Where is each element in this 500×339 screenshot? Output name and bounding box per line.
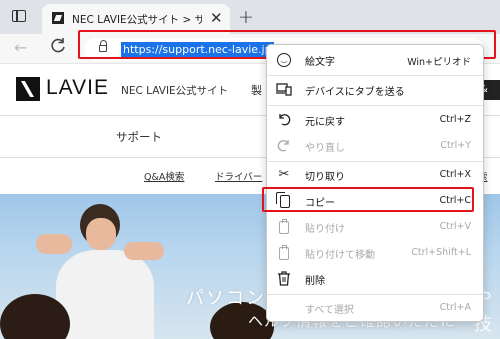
paste-icon (279, 219, 289, 234)
send-to-device-icon (276, 82, 292, 98)
copy-item-highlight (262, 187, 474, 212)
menu-item-shortcut: Win+ピリオド (407, 57, 471, 68)
hero-photo-detail (36, 234, 72, 254)
emoji-icon: ‿ (277, 53, 291, 67)
lavie-logo-text[interactable]: LAVIE (46, 76, 109, 100)
back-button[interactable]: ← (14, 38, 27, 57)
menu-separator (267, 105, 483, 106)
menu-separator (267, 161, 483, 162)
hero-photo-detail (86, 218, 116, 250)
hero-heading: パソコン (186, 288, 266, 309)
menu-item-label: 貼り付け (305, 224, 345, 235)
menu-item-redo[interactable]: やり直し Ctrl+Y (267, 134, 483, 158)
menu-item-paste[interactable]: 貼り付け Ctrl+V (267, 215, 483, 239)
new-tab-button[interactable]: + (238, 6, 254, 28)
menu-item-paste-and-go[interactable]: 貼り付けて移動 Ctrl+Shift+L (267, 241, 483, 265)
menu-item-shortcut: Ctrl+Shift+L (411, 247, 471, 258)
menu-item-shortcut: Ctrl+A (439, 302, 471, 313)
undo-icon (276, 112, 292, 128)
menu-item-delete[interactable]: 削除 (267, 267, 483, 291)
nav-products-partial[interactable]: 製 (251, 82, 262, 98)
context-menu: ‿ 絵文字 Win+ピリオド デバイスにタブを送る 元に戻す Ctrl+Z やり… (266, 44, 484, 322)
menu-item-label: 元に戻す (305, 117, 345, 128)
site-name[interactable]: NEC LAVIE公式サイト (121, 83, 228, 98)
lavie-logo-icon[interactable] (16, 77, 40, 101)
menu-item-label: デバイスにタブを送る (305, 87, 405, 98)
menu-item-select-all[interactable]: すべて選択 Ctrl+A (267, 296, 483, 320)
menu-item-cut[interactable]: ✂ 切り取り Ctrl+X (267, 163, 483, 187)
menu-item-shortcut: Ctrl+Z (439, 114, 471, 125)
menu-item-shortcut: Ctrl+X (439, 169, 471, 180)
lavie-favicon-icon (52, 12, 64, 24)
menu-separator (267, 294, 483, 295)
reload-button[interactable] (50, 37, 66, 60)
tab-title: NEC LAVIE公式サイト > サービス＆サ (72, 14, 202, 26)
menu-separator (267, 75, 483, 76)
paste-and-go-icon (279, 245, 289, 260)
menu-item-label: 貼り付けて移動 (305, 250, 375, 261)
tab-actions-icon[interactable] (12, 10, 26, 22)
tab-close-button[interactable]: ✕ (210, 9, 223, 27)
menu-item-label: やり直し (305, 143, 345, 154)
hero-photo-detail (124, 242, 164, 260)
support-label[interactable]: サポート (116, 129, 162, 145)
menu-item-label: 削除 (305, 276, 325, 287)
menu-item-emoji[interactable]: ‿ 絵文字 Win+ピリオド (267, 48, 483, 72)
menu-item-shortcut: Ctrl+Y (440, 140, 471, 151)
reload-icon (51, 38, 65, 53)
qa-search-link[interactable]: Q&A検索 (144, 169, 184, 183)
driver-link[interactable]: ドライバー (215, 169, 262, 183)
menu-item-label: 切り取り (305, 172, 345, 183)
menu-item-label: 絵文字 (305, 57, 335, 68)
menu-item-label: すべて選択 (305, 305, 354, 316)
menu-item-shortcut: Ctrl+V (439, 221, 471, 232)
redo-icon (276, 138, 292, 154)
delete-icon (276, 271, 292, 287)
cut-icon: ✂ (278, 167, 290, 182)
menu-item-undo[interactable]: 元に戻す Ctrl+Z (267, 108, 483, 132)
menu-item-send-tab[interactable]: デバイスにタブを送る (267, 78, 483, 102)
hero-photo-detail (56, 250, 154, 339)
tab-strip: NEC LAVIE公式サイト > サービス＆サ ✕ + (0, 0, 500, 34)
